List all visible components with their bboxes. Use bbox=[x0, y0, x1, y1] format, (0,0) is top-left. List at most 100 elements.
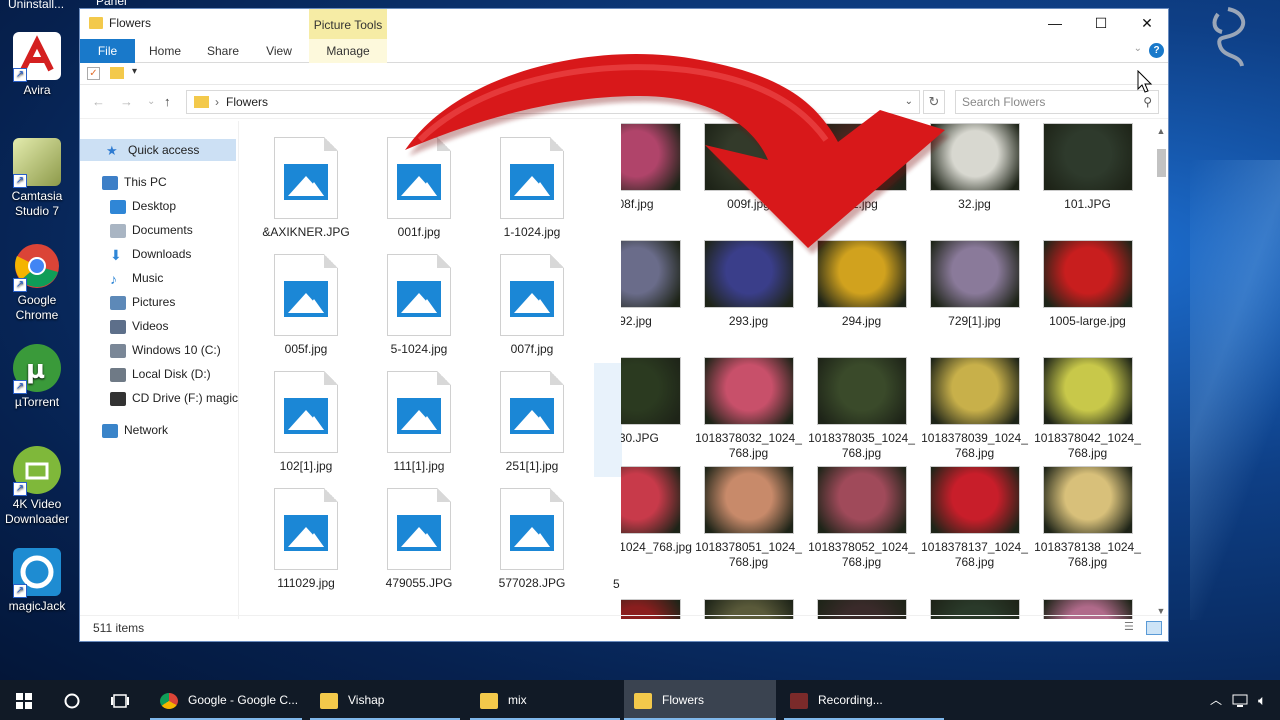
desktop-icon-chrome[interactable]: ↗ Google Chrome bbox=[4, 242, 70, 323]
tab-home[interactable]: Home bbox=[140, 39, 190, 63]
close-button[interactable]: ✕ bbox=[1124, 9, 1170, 39]
file-item[interactable]: 577028.JPG bbox=[477, 488, 587, 590]
volume-tray-icon[interactable]: 🔈︎ bbox=[1258, 680, 1276, 720]
thumbnail-item[interactable]: 729[1].jpg bbox=[918, 240, 1031, 329]
up-arrow-icon[interactable]: ↑ bbox=[164, 94, 171, 109]
search-input[interactable]: Search Flowers ⚲ bbox=[955, 90, 1159, 114]
thumbnail-item[interactable]: 1018378032_1024_768.jpg bbox=[692, 357, 805, 461]
nav-item-videos[interactable]: Videos bbox=[110, 315, 168, 337]
nav-item-documents[interactable]: Documents bbox=[110, 219, 193, 241]
desktop-icon-4k-video[interactable]: ↗ 4K Video Downloader bbox=[4, 446, 70, 527]
file-item[interactable]: 102[1].jpg bbox=[251, 371, 361, 473]
file-item[interactable]: 001f.jpg bbox=[364, 137, 474, 239]
details-view-icon[interactable]: ☰ bbox=[1124, 621, 1140, 635]
nav-item-windows-c[interactable]: Windows 10 (C:) bbox=[110, 339, 221, 361]
thumbnail-item[interactable]: 1005-large.jpg bbox=[1031, 240, 1144, 329]
file-item[interactable]: 111029.jpg bbox=[251, 488, 361, 590]
thumbnail-item[interactable]: 1018378138_1024_768.jpg bbox=[1031, 466, 1144, 570]
address-bar[interactable]: › Flowers ⌄ bbox=[186, 90, 920, 114]
flower-photo-thumbnail bbox=[929, 240, 1020, 308]
thumbnail-item[interactable]: 92.jpg bbox=[621, 240, 692, 329]
flower-photo-thumbnail bbox=[621, 240, 681, 308]
search-icon[interactable]: ⚲ bbox=[1143, 91, 1152, 113]
file-item[interactable]: 1-1024.jpg bbox=[477, 137, 587, 239]
address-dropdown-chevron-icon[interactable]: ⌄ bbox=[905, 91, 913, 113]
explorer-window: Flowers Picture Tools — ☐ ✕ File Home Sh… bbox=[79, 8, 1169, 642]
customize-toolbar-chevron-icon[interactable]: ▾ bbox=[132, 66, 137, 77]
ribbon-expand-chevron-icon[interactable]: ⌄ bbox=[1134, 43, 1142, 54]
file-item[interactable]: 479055.JPG bbox=[364, 488, 474, 590]
desktop-icon-camtasia[interactable]: ↗ Camtasia Studio 7 bbox=[4, 138, 70, 219]
thumbnail-item[interactable]: 1018378042_1024_768.jpg bbox=[1031, 357, 1144, 461]
nav-item-desktop[interactable]: Desktop bbox=[110, 195, 176, 217]
taskbar-item-chrome[interactable]: Google - Google C... bbox=[150, 680, 302, 720]
refresh-icon[interactable]: ↻ bbox=[923, 90, 945, 114]
tab-view[interactable]: View bbox=[254, 39, 304, 63]
nav-item-network[interactable]: Network bbox=[102, 419, 168, 441]
properties-checkmark-icon[interactable]: ✓ bbox=[87, 67, 100, 80]
nav-item-this-pc[interactable]: This PC bbox=[102, 171, 167, 193]
thumbnail-item[interactable]: 1018378052_1024_768.jpg bbox=[805, 466, 918, 570]
minimize-button[interactable]: — bbox=[1032, 9, 1078, 39]
scrollbar-thumb[interactable] bbox=[1157, 149, 1166, 177]
nav-item-downloads[interactable]: ⬇ Downloads bbox=[110, 243, 191, 265]
help-icon[interactable]: ? bbox=[1149, 43, 1164, 58]
network-tray-icon[interactable] bbox=[1232, 680, 1250, 720]
nav-item-local-disk-d[interactable]: Local Disk (D:) bbox=[110, 363, 211, 385]
tab-file[interactable]: File bbox=[80, 39, 135, 63]
thumbnail-item[interactable]: 1018378137_1024_768.jpg bbox=[918, 466, 1031, 570]
desktop-icon-avira[interactable]: ↗ Avira bbox=[4, 32, 70, 98]
desktop-icon-utorrent[interactable]: µ ↗ µTorrent bbox=[4, 344, 70, 410]
image-file-icon bbox=[274, 137, 338, 219]
thumbnail-item[interactable]: 293.jpg bbox=[692, 240, 805, 329]
scroll-up-icon[interactable]: ▲ bbox=[1153, 123, 1169, 139]
cortana-search-button[interactable] bbox=[48, 680, 96, 720]
thumbnail-item[interactable]: 294.jpg bbox=[805, 240, 918, 329]
task-view-button[interactable] bbox=[96, 680, 144, 720]
thumbnail-name: 009f.jpg bbox=[727, 197, 770, 211]
4k-video-icon: ↗ bbox=[13, 446, 61, 496]
breadcrumb-flowers[interactable]: Flowers bbox=[226, 91, 268, 113]
nav-item-music[interactable]: ♪ Music bbox=[110, 267, 163, 289]
file-name: 111[1].jpg bbox=[393, 459, 445, 473]
file-item[interactable]: 005f.jpg bbox=[251, 254, 361, 356]
thumbnail-name: 08f.jpg bbox=[621, 197, 654, 211]
thumbnail-item[interactable]: 78049_1024_768.jpg bbox=[621, 466, 692, 555]
desktop-icon-magicjack[interactable]: ↗ magicJack bbox=[4, 548, 70, 614]
large-icons-view-icon[interactable] bbox=[1146, 621, 1162, 635]
taskbar-item-mix[interactable]: mix bbox=[470, 680, 620, 720]
tab-manage[interactable]: Manage bbox=[309, 39, 387, 63]
tab-share[interactable]: Share bbox=[198, 39, 248, 63]
nav-item-cd-drive[interactable]: CD Drive (F:) magic bbox=[110, 387, 238, 409]
flower-photo-thumbnail bbox=[1042, 123, 1133, 191]
show-hidden-icons-chevron-icon[interactable]: ︿ bbox=[1208, 680, 1224, 720]
thumbnail-item[interactable]: 009f.jpg bbox=[692, 123, 805, 212]
nav-item-pictures[interactable]: Pictures bbox=[110, 291, 175, 313]
file-item[interactable]: 251[1].jpg bbox=[477, 371, 587, 473]
thumbnail-item[interactable]: 1018378051_1024_768.jpg bbox=[692, 466, 805, 570]
back-arrow-icon[interactable]: ← bbox=[92, 94, 105, 109]
taskbar-item-vishap[interactable]: Vishap bbox=[310, 680, 460, 720]
file-item[interactable]: 5-1024.jpg bbox=[364, 254, 474, 356]
forward-arrow-icon[interactable]: → bbox=[120, 94, 133, 109]
file-item[interactable]: &AXIKNER.JPG bbox=[251, 137, 361, 239]
start-button[interactable] bbox=[0, 680, 48, 720]
thumbnail-item[interactable]: 1018378039_1024_768.jpg bbox=[918, 357, 1031, 461]
thumbnail-item[interactable]: 101.JPG bbox=[1031, 123, 1144, 212]
thumbnail-item[interactable]: 1018378035_1024_768.jpg bbox=[805, 357, 918, 461]
taskbar-item-flowers[interactable]: Flowers bbox=[624, 680, 776, 720]
recent-locations-chevron-icon[interactable]: ⌄ bbox=[147, 96, 155, 107]
new-folder-icon[interactable] bbox=[110, 67, 124, 79]
maximize-button[interactable]: ☐ bbox=[1078, 9, 1124, 39]
flower-photo-thumbnail bbox=[1042, 357, 1133, 425]
thumbnail-item[interactable]: 030.JPG bbox=[621, 357, 692, 446]
thumbnail-item[interactable]: 12.jpg bbox=[805, 123, 918, 212]
title-bar[interactable]: Flowers Picture Tools — ☐ ✕ bbox=[80, 9, 1168, 39]
taskbar-item-recording[interactable]: Recording... bbox=[784, 680, 944, 720]
vertical-scrollbar[interactable]: ▲ ▼ bbox=[1153, 123, 1169, 619]
file-item[interactable]: 111[1].jpg bbox=[364, 371, 474, 473]
nav-item-quick-access[interactable]: ★ Quick access bbox=[80, 139, 236, 161]
file-item[interactable]: 007f.jpg bbox=[477, 254, 587, 356]
thumbnail-item[interactable]: 08f.jpg bbox=[621, 123, 692, 212]
thumbnail-item[interactable]: 32.jpg bbox=[918, 123, 1031, 212]
